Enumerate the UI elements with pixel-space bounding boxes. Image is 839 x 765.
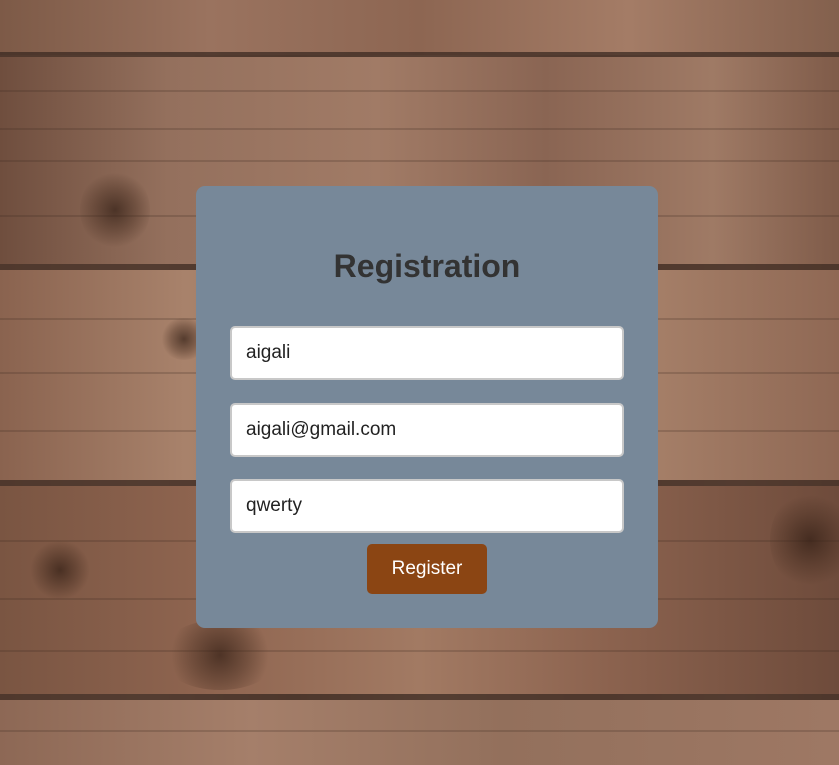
- wood-grain: [0, 650, 839, 652]
- registration-card: Registration Register: [196, 186, 658, 628]
- wood-plank: [0, 0, 839, 55]
- username-field[interactable]: [230, 326, 624, 380]
- wood-knot: [30, 540, 90, 600]
- wood-knot: [80, 170, 150, 250]
- wood-grain: [0, 90, 839, 92]
- wood-grain: [0, 730, 839, 732]
- password-field[interactable]: [230, 479, 624, 533]
- wood-grain: [0, 160, 839, 162]
- wood-knot: [160, 620, 280, 690]
- wood-plank: [0, 700, 839, 765]
- wood-grain: [0, 128, 839, 130]
- register-button[interactable]: Register: [367, 544, 487, 594]
- email-field[interactable]: [230, 403, 624, 457]
- registration-title: Registration: [333, 248, 521, 284]
